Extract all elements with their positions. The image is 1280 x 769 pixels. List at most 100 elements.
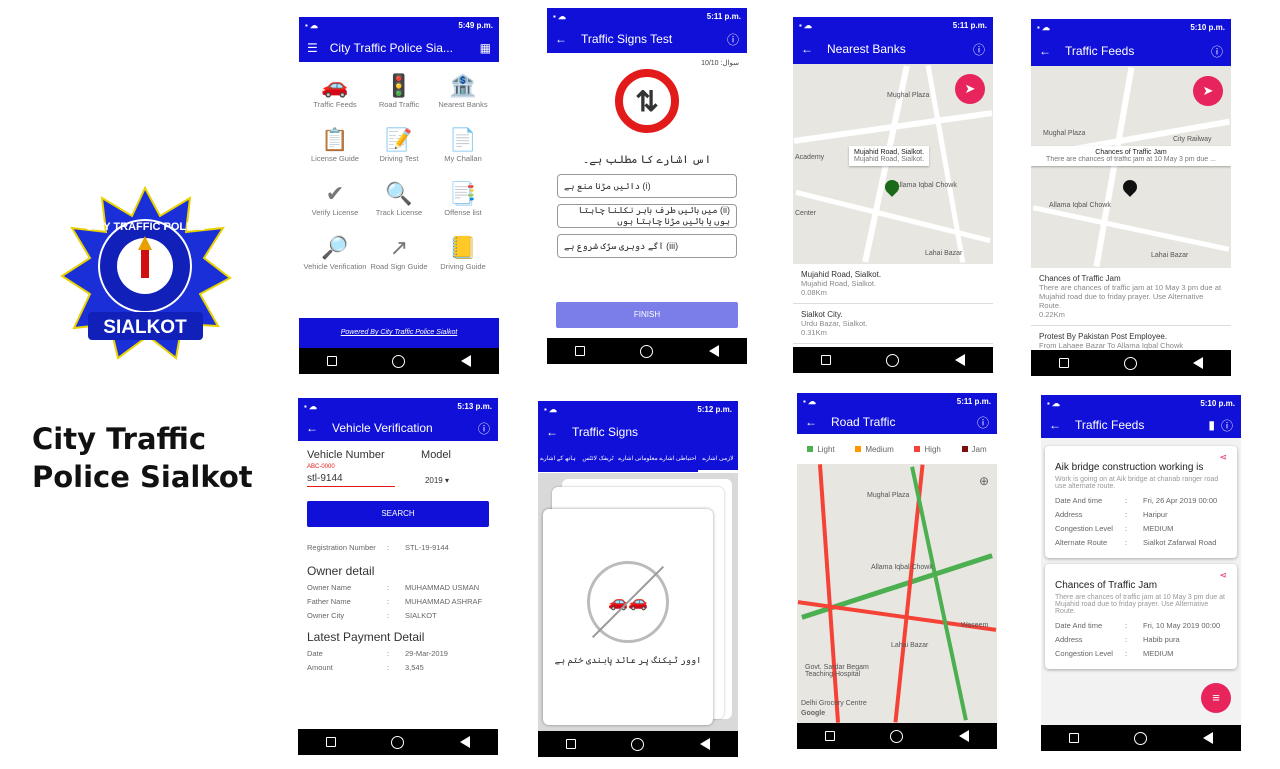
locate-fab[interactable]: ➤ [1193,76,1223,106]
info-icon[interactable]: ⓘ [977,414,989,431]
app-bar: ☰ City Traffic Police Sia... ▦ [299,34,499,62]
no-overtaking-end-sign: 🚗🚗 [587,561,669,643]
map-popup[interactable]: Mujahid Road, Sialkot. Mujahid Road, Sial… [849,146,930,166]
share-icon[interactable]: ⋖ [1055,570,1227,580]
home-tile-offense-list[interactable]: 📑 Offense list [431,180,495,228]
my-location-icon[interactable]: ⊕ [979,474,989,488]
home-tile-track-license[interactable]: 🔍 Track License [367,180,431,228]
info-icon[interactable]: ⓘ [727,31,739,48]
back-arrow-icon[interactable]: ← [1039,44,1051,58]
finish-button[interactable]: FINISH [556,302,738,328]
info-icon[interactable]: ⓘ [478,420,490,437]
home-tile-license-guide[interactable]: 📋 License Guide [303,126,367,174]
home-button[interactable] [628,737,648,751]
list-item-distance: 0.31Km [801,328,827,337]
screen-traffic-feeds-list: ▪ ☁ 5:10 p.m. ← Traffic Feeds ▮ ⓘ ⋖ Aik bridg… [1041,395,1241,751]
back-button[interactable] [1188,357,1208,369]
back-button[interactable] [1198,732,1218,744]
home-tile-driving-test[interactable]: 📝 Driving Test [367,126,431,174]
home-tile-verify-license[interactable]: ✔ Verify License [303,180,367,228]
app-bar: ← Traffic Feeds ⓘ [1031,36,1231,66]
recents-button[interactable] [820,731,840,741]
home-tile-vehicle-verification[interactable]: 🔎 Vehicle Verification [303,234,367,282]
back-button[interactable] [455,736,475,748]
filter-fab[interactable]: ≡ [1201,683,1231,713]
feed-row-label: Congestion Level [1055,524,1113,533]
back-arrow-icon[interactable]: ← [546,425,558,439]
home-tile-traffic-feeds[interactable]: 🚗 Traffic Feeds [303,72,367,120]
recents-button[interactable] [561,739,581,749]
answer-option[interactable]: (i) دائیں مڑنا منع ہے [557,174,737,198]
feed-card[interactable]: ⋖ Aik bridge construction working is Work … [1045,446,1237,558]
app-logo: CITY TRAFFIC POLICE SIALKOT [58,185,233,361]
back-button[interactable] [704,345,724,357]
feed-card[interactable]: ⋖ Chances of Traffic Jam There are chances… [1045,564,1237,669]
back-button[interactable] [695,738,715,750]
back-button[interactable] [954,730,974,742]
map-view[interactable]: Mughal Plaza Allama Iqbal Chowk Lahai Ba… [793,64,993,264]
back-arrow-icon[interactable]: ← [306,421,318,435]
traffic-pin-icon[interactable] [1120,177,1140,197]
map-label: Mughal Plaza [867,492,910,499]
map-view[interactable]: Mughal Plaza City Railway Allama Iqbal C… [1031,66,1231,268]
model-select[interactable]: 2019 ▾ [425,476,449,485]
info-icon[interactable]: ⓘ [973,41,985,58]
back-arrow-icon[interactable]: ← [801,42,813,56]
answer-option[interactable]: (ii) میں بائیں طرف باہر نکلنا چاہتا ہوں … [557,204,737,228]
back-button[interactable] [456,355,476,367]
recents-button[interactable] [322,356,342,366]
map-popup[interactable]: Chances of Traffic Jam There are chances … [1031,146,1231,166]
map-view[interactable]: Mughal Plaza Allama Iqbal Chowk Waseem L… [797,464,997,723]
feed-row-value: Fri, 26 Apr 2019 00:00 [1143,496,1218,505]
share-icon[interactable]: ⋖ [1055,452,1227,462]
tab-sign-category[interactable]: لازمی اشارے [698,446,738,472]
recents-button[interactable] [570,346,590,356]
home-button[interactable] [389,354,409,368]
tab-sign-category[interactable]: ہاتھ کے اشارے [538,446,578,472]
screen-signs-test: ▪ ☁ 5:11 p.m. ← Traffic Signs Test ⓘ سوال: … [547,8,747,364]
home-button[interactable] [388,735,408,749]
vehicle-number-input[interactable]: stl-9144 [307,473,395,487]
answer-option[interactable]: (iii) آگے دوہری سڑک شروع ہے [557,234,737,258]
home-tile-road-sign[interactable]: ↗ Road Sign Guide [367,234,431,282]
back-arrow-icon[interactable]: ← [1049,418,1061,432]
status-bar: ▪ ☁ 5:13 p.m. [298,398,498,415]
recents-button[interactable] [1054,358,1074,368]
recents-button[interactable] [321,737,341,747]
list-item[interactable]: Chances of Traffic Jam There are chances … [1031,268,1231,326]
sign-card[interactable]: 🚗🚗 اوور ٹیکنگ پر عائد پابندی ختم ہے [543,509,713,725]
locate-fab[interactable]: ➤ [955,74,985,104]
home-button[interactable] [1131,731,1151,745]
home-button[interactable] [1121,356,1141,370]
home-tile-challan[interactable]: 📄 My Challan [431,126,495,174]
menu-icon[interactable]: ☰ [307,41,318,55]
screen-home: ▪ ☁ 5:49 p.m. ☰ City Traffic Police Sia...… [299,17,499,374]
feed-card-row: Date And time: Fri, 26 Apr 2019 00:00 [1055,496,1227,505]
list-item[interactable]: Sialkot City. Urdu Bazar, Sialkot. 0.31Km [793,304,993,344]
back-arrow-icon[interactable]: ← [555,32,567,46]
feed-row-label: Address [1055,510,1083,519]
payment-row-label: Amount [307,663,333,672]
home-button[interactable] [883,353,903,367]
home-button[interactable] [637,344,657,358]
tab-sign-category[interactable]: معلوماتی اشارے [618,446,658,472]
home-button[interactable] [887,729,907,743]
tab-sign-category[interactable]: ٹریفک لائٹس [578,446,618,472]
app-bar: ← Traffic Feeds ▮ ⓘ [1041,412,1241,438]
list-item[interactable]: Mujahid Road, Sialkot. Mujahid Road, Sial… [793,264,993,304]
home-tile-bank[interactable]: 🏦 Nearest Banks [431,72,495,120]
home-tile-label: Road Traffic [378,100,420,109]
grid-icon[interactable]: ▦ [480,41,491,55]
search-button[interactable]: SEARCH [307,501,489,527]
home-tile-road-traffic[interactable]: 🚦 Road Traffic [367,72,431,120]
back-arrow-icon[interactable]: ← [805,415,817,429]
map-icon[interactable]: ▮ [1208,418,1215,432]
tab-sign-category[interactable]: احتیاطی اشارے [658,446,698,472]
info-icon[interactable]: ⓘ [1221,417,1233,434]
back-button[interactable] [950,354,970,366]
feed-row-value: Habib pura [1143,635,1180,644]
home-tile-driving-guide[interactable]: 📒 Driving Guide [431,234,495,282]
recents-button[interactable] [816,355,836,365]
recents-button[interactable] [1064,733,1084,743]
info-icon[interactable]: ⓘ [1211,43,1223,60]
